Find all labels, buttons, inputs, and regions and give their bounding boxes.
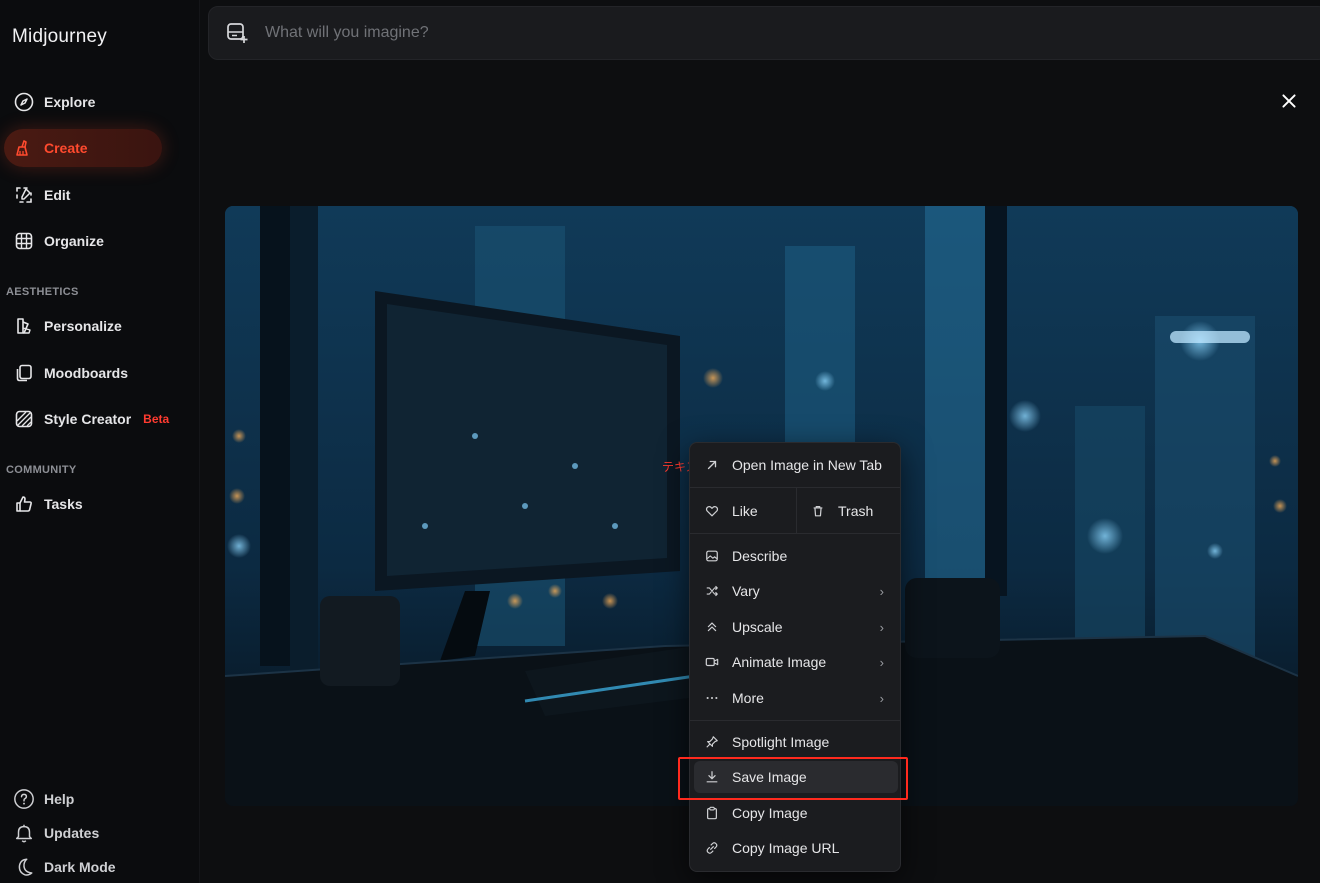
menu-item-vary[interactable]: Vary › xyxy=(694,575,898,607)
personalize-icon xyxy=(14,316,34,336)
link-icon xyxy=(704,840,720,856)
menu-item-label: Spotlight Image xyxy=(732,734,830,750)
compass-icon xyxy=(14,92,34,112)
menu-item-label: Vary xyxy=(732,583,760,599)
image-context-menu: Open Image in New Tab Like Trash Describ… xyxy=(689,442,901,872)
sidebar-item-label: Organize xyxy=(44,233,104,249)
chevrons-up-icon xyxy=(704,619,720,635)
menu-item-label: More xyxy=(732,690,764,706)
download-icon xyxy=(704,769,720,785)
sidebar-item-label: Style Creator xyxy=(44,411,132,427)
sidebar-item-label: Create xyxy=(44,140,88,156)
chevron-right-icon: › xyxy=(879,654,884,670)
menu-item-copy-image[interactable]: Copy Image xyxy=(694,797,898,829)
image-icon xyxy=(704,548,720,564)
sidebar-item-label: Personalize xyxy=(44,318,122,334)
menu-item-label: Open Image in New Tab xyxy=(732,457,882,473)
section-title-aesthetics: AESTHETICS xyxy=(6,286,79,298)
sidebar-item-style-creator[interactable]: Style Creator Beta xyxy=(4,400,194,438)
menu-item-label: Save Image xyxy=(732,769,807,785)
edit-icon xyxy=(14,185,34,205)
brush-icon xyxy=(14,138,34,158)
moon-icon xyxy=(12,855,36,879)
menu-item-like[interactable]: Like xyxy=(704,495,758,527)
beta-badge: Beta xyxy=(143,412,170,426)
menu-split-divider xyxy=(796,487,797,533)
video-icon xyxy=(704,654,720,670)
menu-item-describe[interactable]: Describe xyxy=(694,540,898,572)
ellipsis-icon xyxy=(704,690,720,706)
menu-item-upscale[interactable]: Upscale › xyxy=(694,611,898,643)
chevron-right-icon: › xyxy=(879,583,884,599)
help-icon xyxy=(12,787,36,811)
pin-icon xyxy=(704,734,720,750)
menu-item-label: Upscale xyxy=(732,619,783,635)
sidebar-item-label: Moodboards xyxy=(44,365,128,381)
thumbs-up-icon xyxy=(14,494,34,514)
menu-divider xyxy=(690,533,900,534)
menu-item-trash[interactable]: Trash xyxy=(810,495,873,527)
sidebar-item-label: Dark Mode xyxy=(44,859,116,875)
prompt-bar xyxy=(208,6,1320,60)
style-icon xyxy=(14,409,34,429)
section-title-community: COMMUNITY xyxy=(6,464,77,476)
menu-item-open-new-tab[interactable]: Open Image in New Tab xyxy=(694,449,898,481)
sidebar-item-tasks[interactable]: Tasks xyxy=(4,485,162,523)
sidebar-item-create[interactable]: Create xyxy=(4,129,162,167)
brand-logo[interactable]: Midjourney xyxy=(12,26,107,48)
trash-icon xyxy=(810,503,826,519)
close-icon xyxy=(1282,94,1296,108)
sidebar-item-personalize[interactable]: Personalize xyxy=(4,307,162,345)
menu-item-label: Trash xyxy=(838,503,874,519)
menu-item-label: Animate Image xyxy=(732,654,827,670)
chevron-right-icon: › xyxy=(879,690,884,706)
sidebar: Midjourney Explore Create Edit Organize … xyxy=(0,0,200,883)
menu-divider xyxy=(690,720,900,721)
menu-item-copy-url[interactable]: Copy Image URL xyxy=(694,832,898,864)
menu-item-save-image[interactable]: Save Image xyxy=(694,761,898,793)
sidebar-item-explore[interactable]: Explore xyxy=(4,83,162,121)
clipboard-icon xyxy=(704,805,720,821)
external-link-icon xyxy=(704,457,720,473)
close-button[interactable] xyxy=(1278,90,1300,112)
grid-icon xyxy=(14,231,34,251)
menu-item-animate[interactable]: Animate Image › xyxy=(694,646,898,678)
bell-icon xyxy=(12,821,36,845)
sidebar-item-label: Explore xyxy=(44,94,96,110)
moodboard-icon xyxy=(14,363,34,383)
menu-item-label: Like xyxy=(732,503,758,519)
sidebar-item-edit[interactable]: Edit xyxy=(4,176,162,214)
image-prompt-icon[interactable] xyxy=(225,21,249,45)
menu-divider xyxy=(690,487,900,488)
menu-item-more[interactable]: More › xyxy=(694,682,898,714)
sidebar-item-label: Tasks xyxy=(44,496,83,512)
menu-item-label: Copy Image URL xyxy=(732,840,840,856)
menu-item-label: Copy Image xyxy=(732,805,808,821)
sidebar-item-organize[interactable]: Organize xyxy=(4,222,162,260)
sidebar-item-help[interactable]: Help xyxy=(12,786,74,812)
prompt-input[interactable] xyxy=(265,24,1165,42)
menu-item-spotlight[interactable]: Spotlight Image xyxy=(694,726,898,758)
menu-item-label: Describe xyxy=(732,548,788,564)
sidebar-item-label: Edit xyxy=(44,187,71,203)
heart-icon xyxy=(704,503,720,519)
sidebar-item-dark-mode[interactable]: Dark Mode xyxy=(12,854,116,880)
sidebar-item-updates[interactable]: Updates xyxy=(12,820,99,846)
sidebar-item-label: Updates xyxy=(44,825,100,841)
shuffle-icon xyxy=(704,583,720,599)
sidebar-item-moodboards[interactable]: Moodboards xyxy=(4,354,162,392)
chevron-right-icon: › xyxy=(879,619,884,635)
sidebar-item-label: Help xyxy=(44,791,75,807)
